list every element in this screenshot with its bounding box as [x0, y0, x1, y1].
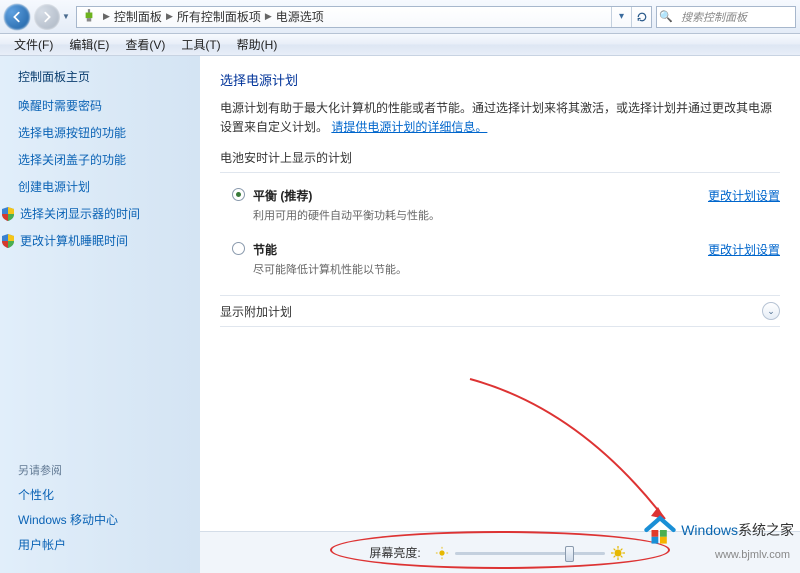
- show-additional-plans-label: 显示附加计划: [220, 303, 292, 320]
- brightness-footer: 屏幕亮度:: [200, 531, 800, 573]
- slider-thumb[interactable]: [565, 546, 574, 562]
- expand-button[interactable]: ⌄: [762, 302, 780, 320]
- nav-back-button[interactable]: [4, 4, 30, 30]
- brightness-slider[interactable]: [455, 544, 605, 562]
- breadcrumb-item[interactable]: 所有控制面板项: [175, 8, 263, 25]
- breadcrumb-item[interactable]: 电源选项: [274, 8, 326, 25]
- page-description: 电源计划有助于最大化计算机的性能或者节能。通过选择计划来将其激活，或选择计划并通…: [220, 99, 780, 137]
- shield-icon: [0, 206, 16, 222]
- menu-help[interactable]: 帮助(H): [229, 36, 286, 53]
- window-nav-bar: ▼ ▶ 控制面板 ▶ 所有控制面板项 ▶ 电源选项 ▾ 🔍 搜索控制面板: [0, 0, 800, 34]
- plan-saver-radio[interactable]: [232, 242, 245, 255]
- see-also-heading: 另请参阅: [18, 462, 118, 478]
- brightness-low-icon: [435, 546, 449, 560]
- page-title: 选择电源计划: [220, 70, 780, 89]
- sidebar-link-create-plan[interactable]: 创建电源计划: [18, 178, 192, 195]
- main-panel: 选择电源计划 电源计划有助于最大化计算机的性能或者节能。通过选择计划来将其激活，…: [200, 56, 800, 573]
- shield-icon: [0, 233, 16, 249]
- plan-saver: 节能 尽可能降低计算机性能以节能。 更改计划设置: [220, 235, 780, 289]
- sidebar-link-sleep-time[interactable]: 更改计算机睡眠时间: [18, 232, 192, 249]
- annotation-arrow: [460, 369, 680, 529]
- plan-balanced-radio[interactable]: [232, 188, 245, 201]
- change-plan-settings-link[interactable]: 更改计划设置: [708, 241, 780, 277]
- see-also-personalization[interactable]: 个性化: [18, 486, 118, 503]
- content-area: 控制面板主页 唤醒时需要密码 选择电源按钮的功能 选择关闭盖子的功能 创建电源计…: [0, 56, 800, 573]
- slider-track: [455, 552, 605, 555]
- change-plan-settings-link[interactable]: 更改计划设置: [708, 187, 780, 223]
- plan-details-link[interactable]: 请提供电源计划的详细信息。: [331, 120, 487, 134]
- arrow-right-icon: [40, 10, 54, 24]
- sidebar-link-close-lid[interactable]: 选择关闭盖子的功能: [18, 151, 192, 168]
- nav-history-dropdown[interactable]: ▼: [62, 12, 72, 21]
- search-icon: 🔍: [659, 10, 677, 23]
- plan-balanced: 平衡 (推荐) 利用可用的硬件自动平衡功耗与性能。 更改计划设置: [220, 181, 780, 235]
- menu-tools[interactable]: 工具(T): [173, 36, 228, 53]
- search-input[interactable]: 🔍 搜索控制面板: [656, 6, 796, 28]
- chevron-right-icon: ▶: [164, 11, 175, 22]
- see-also-mobility[interactable]: Windows 移动中心: [18, 511, 118, 528]
- battery-plans-heading: 电池安时计上显示的计划: [220, 149, 780, 166]
- nav-forward-button[interactable]: [34, 4, 60, 30]
- refresh-icon: [636, 11, 648, 23]
- breadcrumb-item[interactable]: 控制面板: [112, 8, 164, 25]
- refresh-button[interactable]: [631, 7, 651, 27]
- sidebar-link-power-button[interactable]: 选择电源按钮的功能: [18, 124, 192, 141]
- control-panel-home-link[interactable]: 控制面板主页: [18, 68, 192, 85]
- sidebar-see-also: 另请参阅 个性化 Windows 移动中心 用户帐户: [18, 462, 118, 561]
- plan-name: 平衡: [253, 189, 277, 203]
- menu-bar: 文件(F) 编辑(E) 查看(V) 工具(T) 帮助(H): [0, 34, 800, 56]
- see-also-accounts[interactable]: 用户帐户: [18, 536, 118, 553]
- show-additional-plans-row[interactable]: 显示附加计划 ⌄: [220, 295, 780, 327]
- address-dropdown-button[interactable]: ▾: [611, 7, 631, 27]
- chevron-right-icon: ▶: [101, 11, 112, 22]
- menu-edit[interactable]: 编辑(E): [61, 36, 117, 53]
- search-placeholder: 搜索控制面板: [681, 9, 747, 25]
- brightness-label: 屏幕亮度:: [369, 544, 420, 561]
- plan-note: 尽可能降低计算机性能以节能。: [253, 261, 708, 277]
- brightness-high-icon: [611, 546, 625, 560]
- power-options-icon: [80, 8, 98, 26]
- menu-view[interactable]: 查看(V): [117, 36, 173, 53]
- address-breadcrumb[interactable]: ▶ 控制面板 ▶ 所有控制面板项 ▶ 电源选项 ▾: [76, 6, 652, 28]
- sidebar-link-require-password[interactable]: 唤醒时需要密码: [18, 97, 192, 114]
- plan-list: 平衡 (推荐) 利用可用的硬件自动平衡功耗与性能。 更改计划设置 节能 尽可能降…: [220, 172, 780, 289]
- sidebar-link-display-off[interactable]: 选择关闭显示器的时间: [18, 205, 192, 222]
- menu-file[interactable]: 文件(F): [6, 36, 61, 53]
- arrow-left-icon: [10, 10, 24, 24]
- plan-note: 利用可用的硬件自动平衡功耗与性能。: [253, 207, 708, 223]
- chevron-right-icon: ▶: [263, 11, 274, 22]
- sidebar: 控制面板主页 唤醒时需要密码 选择电源按钮的功能 选择关闭盖子的功能 创建电源计…: [0, 56, 200, 573]
- plan-name: 节能: [253, 243, 277, 257]
- chevron-down-icon: ⌄: [767, 306, 775, 317]
